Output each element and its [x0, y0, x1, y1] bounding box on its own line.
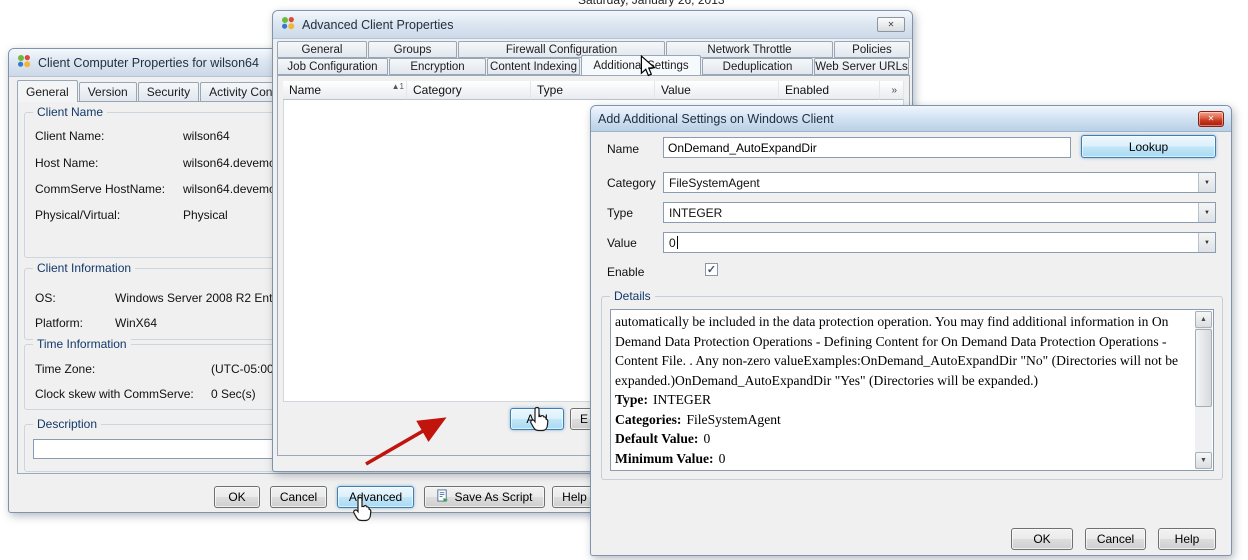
add-additional-settings-dialog: Add Additional Settings on Windows Clien…: [590, 105, 1232, 556]
scrollbar-thumb[interactable]: [1195, 329, 1212, 407]
cursor-hand-icon: [527, 406, 551, 434]
value-input[interactable]: 0 ▼: [663, 232, 1216, 253]
category-label: Category: [607, 176, 656, 190]
sort-indicator: ▲1: [392, 82, 404, 91]
column-header-enabled[interactable]: Enabled: [779, 81, 880, 100]
field-label: OS:: [35, 291, 115, 305]
value-text: 0: [664, 233, 1198, 252]
column-header-name[interactable]: Name ▲1: [283, 81, 407, 100]
field-label: Host Name:: [35, 156, 183, 170]
settings-table-header: Name ▲1 Category Type Value Enabled »: [283, 81, 904, 100]
details-text: automatically be included in the data pr…: [615, 312, 1191, 468]
details-textarea[interactable]: automatically be included in the data pr…: [610, 309, 1214, 471]
close-button[interactable]: ✕: [877, 17, 905, 32]
tab-content-indexing[interactable]: Content Indexing: [487, 58, 580, 75]
group-title: Details: [610, 289, 655, 303]
group-title: Time Information: [33, 337, 131, 351]
app-icon: [16, 53, 32, 72]
group-title: Client Name: [33, 105, 107, 119]
lookup-button[interactable]: Lookup: [1081, 135, 1216, 158]
column-header-type[interactable]: Type: [531, 81, 655, 100]
group-title: Description: [33, 417, 101, 431]
type-value: INTEGER: [664, 203, 1198, 222]
scroll-up-icon[interactable]: ▲: [1195, 311, 1212, 328]
field-value: WinX64: [115, 316, 157, 330]
client-dialog-title: Client Computer Properties for wilson64: [38, 56, 259, 70]
field-value: Windows Server 2008 R2 Enterpr: [115, 291, 294, 305]
tab-web-server-urls[interactable]: Web Server URLs: [814, 58, 909, 75]
field-label: CommServe HostName:: [35, 182, 183, 196]
tab-job-configuration[interactable]: Job Configuration: [277, 58, 388, 75]
scroll-down-icon[interactable]: ▼: [1195, 452, 1212, 469]
ok-button[interactable]: OK: [1011, 528, 1073, 550]
add-dialog-titlebar[interactable]: Add Additional Settings on Windows Clien…: [591, 106, 1231, 132]
close-icon: ✕: [1208, 114, 1215, 123]
tab-general[interactable]: General: [277, 41, 367, 58]
details-scrollbar[interactable]: ▲ ▼: [1195, 311, 1212, 469]
tab-groups[interactable]: Groups: [368, 41, 457, 58]
add-dialog-title: Add Additional Settings on Windows Clien…: [598, 112, 834, 126]
group-title: Client Information: [33, 261, 135, 275]
field-label: Time Zone:: [35, 362, 211, 376]
type-label: Type: [607, 206, 633, 220]
field-value: 0 Sec(s): [211, 387, 256, 401]
close-icon: ✕: [888, 20, 895, 29]
field-value: wilson64.devemc.c: [183, 156, 284, 170]
chevron-down-icon[interactable]: ▼: [1198, 173, 1215, 192]
tab-security[interactable]: Security: [138, 82, 199, 102]
help-button[interactable]: Help: [1158, 528, 1216, 550]
chevron-down-icon[interactable]: ▼: [1198, 203, 1215, 222]
field-label: Client Name:: [35, 129, 183, 143]
details-prop: Categories:FileSystemAgent: [615, 410, 1191, 430]
value-label: Value: [607, 236, 637, 250]
details-prop: Minimum Value:0: [615, 449, 1191, 469]
tab-encryption[interactable]: Encryption: [389, 58, 486, 75]
ok-button[interactable]: OK: [214, 486, 260, 508]
category-value: FileSystemAgent: [664, 173, 1198, 192]
tab-general[interactable]: General: [17, 80, 78, 102]
app-icon: [280, 15, 296, 34]
cancel-button[interactable]: Cancel: [1085, 528, 1146, 550]
column-header-value[interactable]: Value: [655, 81, 779, 100]
text-caret: [677, 236, 678, 249]
field-value: wilson64.devemc.c: [183, 182, 284, 196]
date-text: Saturday, January 26, 2013: [578, 0, 725, 7]
annotation-arrow: [352, 402, 462, 474]
column-label: Name: [289, 83, 321, 97]
script-icon: [436, 489, 449, 505]
advanced-dialog-title: Advanced Client Properties: [302, 18, 453, 32]
type-select[interactable]: INTEGER ▼: [663, 202, 1216, 223]
cancel-button[interactable]: Cancel: [270, 486, 327, 508]
check-icon: ✓: [707, 263, 716, 276]
advanced-dialog-titlebar[interactable]: Advanced Client Properties ✕: [273, 11, 912, 39]
details-prop: Type:INTEGER: [615, 390, 1191, 410]
details-prop: Default Value:0: [615, 429, 1191, 449]
tab-policies[interactable]: Policies: [834, 41, 910, 58]
close-button[interactable]: ✕: [1198, 111, 1224, 127]
enable-checkbox[interactable]: ✓: [705, 263, 718, 276]
save-as-script-button[interactable]: Save As Script: [424, 486, 545, 508]
advanced-button[interactable]: Advanced: [337, 486, 414, 508]
name-label: Name: [607, 142, 639, 156]
field-value: wilson64: [183, 129, 230, 143]
cursor-arrow-icon: [640, 55, 656, 77]
tab-deduplication[interactable]: Deduplication: [702, 58, 813, 75]
field-label: Clock skew with CommServe:: [35, 387, 211, 401]
chevron-down-icon[interactable]: ▼: [1198, 233, 1215, 252]
column-header-category[interactable]: Category: [407, 81, 531, 100]
field-label: Platform:: [35, 316, 115, 330]
details-group: Details automatically be included in the…: [601, 296, 1223, 480]
field-value: Physical: [183, 208, 228, 222]
field-label: Physical/Virtual:: [35, 208, 183, 222]
enable-label: Enable: [607, 265, 644, 279]
cursor-hand-icon: [350, 496, 374, 524]
category-select[interactable]: FileSystemAgent ▼: [663, 172, 1216, 193]
name-input[interactable]: [663, 137, 1071, 158]
tab-version[interactable]: Version: [79, 82, 137, 102]
save-as-script-label: Save As Script: [454, 490, 532, 504]
details-paragraph: automatically be included in the data pr…: [615, 312, 1191, 390]
column-chooser-icon[interactable]: »: [880, 81, 904, 100]
